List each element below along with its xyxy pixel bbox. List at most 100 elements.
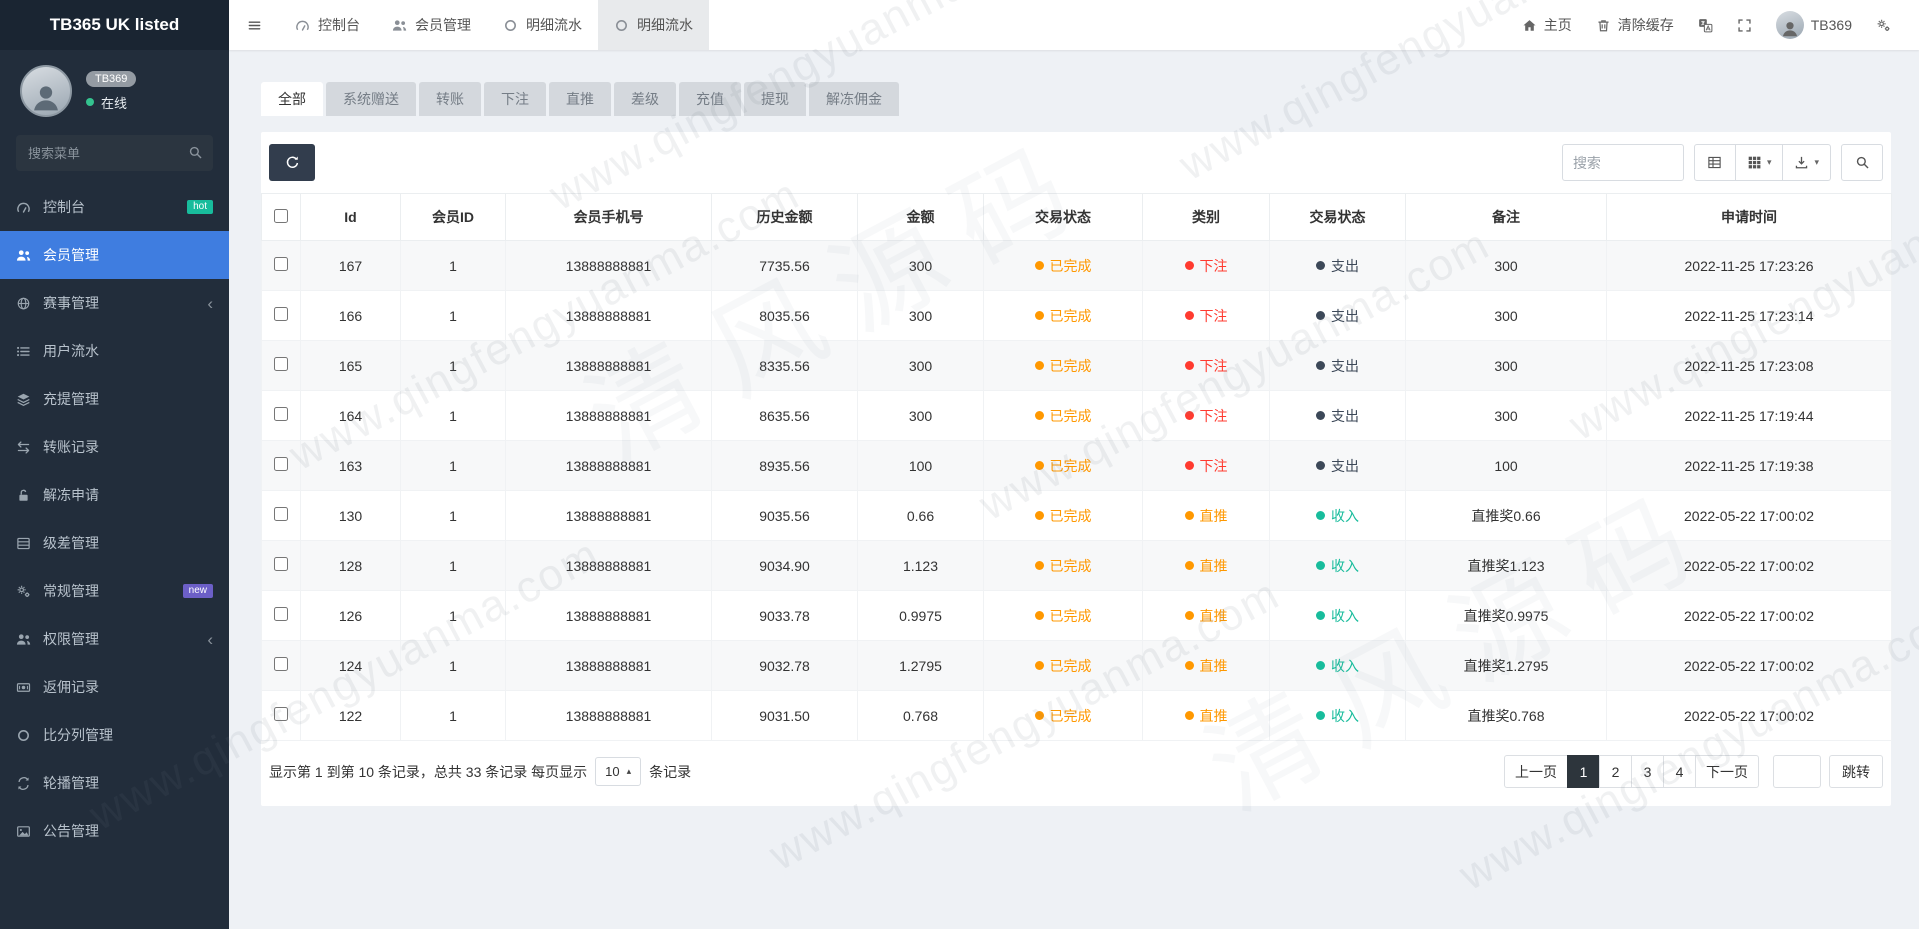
- export-button[interactable]: ▾: [1782, 144, 1831, 181]
- sidebar-toggle-button[interactable]: [229, 0, 279, 50]
- cell-id: 130: [300, 490, 401, 541]
- filter-tab-1[interactable]: 系统赠送: [326, 82, 416, 116]
- sidebar-item-rebate-records[interactable]: 返佣记录: [0, 663, 229, 711]
- cell-member-id: 1: [400, 590, 506, 641]
- sidebar-item-recharge-withdraw[interactable]: 充提管理: [0, 375, 229, 423]
- columns-button[interactable]: ▾: [1734, 144, 1784, 181]
- translate-button[interactable]: [1698, 18, 1713, 33]
- page-size-select[interactable]: 10 ▴: [595, 757, 642, 786]
- filter-tab-0[interactable]: 全部: [261, 82, 323, 116]
- filter-tab-3[interactable]: 下注: [484, 82, 546, 116]
- sidebar-item-user-flow[interactable]: 用户流水: [0, 327, 229, 375]
- user-menu[interactable]: TB369: [1775, 11, 1852, 39]
- filter-tab-7[interactable]: 提现: [744, 82, 806, 116]
- row-checkbox[interactable]: [274, 457, 288, 471]
- page-jump-button[interactable]: 跳转: [1829, 755, 1883, 788]
- page-next-button[interactable]: 下一页: [1695, 755, 1759, 788]
- sidebar-item-members[interactable]: 会员管理: [0, 231, 229, 279]
- row-checkbox[interactable]: [274, 257, 288, 271]
- page-number-button[interactable]: 2: [1599, 755, 1632, 788]
- row-checkbox[interactable]: [274, 307, 288, 321]
- sidebar-item-label: 级差管理: [43, 535, 99, 551]
- row-checkbox[interactable]: [274, 507, 288, 521]
- sidebar-item-matches[interactable]: 赛事管理 ‹: [0, 279, 229, 327]
- sidebar-search: [16, 135, 213, 171]
- select-all-checkbox[interactable]: [274, 208, 288, 223]
- refresh-icon: [285, 155, 300, 170]
- row-checkbox[interactable]: [274, 357, 288, 371]
- cell-remark: 300: [1405, 340, 1607, 391]
- page-jump-input[interactable]: [1773, 755, 1821, 788]
- cell-trade-status: 已完成: [983, 240, 1143, 291]
- row-checkbox[interactable]: [274, 407, 288, 421]
- cell-remark: 直推奖0.66: [1405, 490, 1607, 541]
- cell-select: [261, 690, 301, 741]
- cell-remark: 直推奖1.123: [1405, 540, 1607, 591]
- table-row: 122 1 13888888881 9031.50 0.768 已完成 直推 收入 直推奖0.7…: [261, 690, 1892, 741]
- sidebar-item-permissions[interactable]: 权限管理 ‹: [0, 615, 229, 663]
- nav-tab-1[interactable]: 控制台: [279, 0, 376, 50]
- page-number-button[interactable]: 4: [1663, 755, 1696, 788]
- home-link[interactable]: 主页: [1522, 15, 1572, 35]
- row-checkbox[interactable]: [274, 557, 288, 571]
- sidebar-item-announcements[interactable]: 公告管理: [0, 807, 229, 855]
- toggle-view-button[interactable]: [1693, 144, 1736, 181]
- row-checkbox[interactable]: [274, 707, 288, 721]
- filter-tab-5[interactable]: 差级: [614, 82, 676, 116]
- sidebar-item-level-diff[interactable]: 级差管理: [0, 519, 229, 567]
- sidebar-search-input[interactable]: [16, 135, 213, 171]
- caret-up-icon: ▴: [626, 766, 632, 776]
- cell-member-id: 1: [400, 540, 506, 591]
- sidebar-item-carousel[interactable]: 轮播管理: [0, 759, 229, 807]
- row-checkbox[interactable]: [274, 657, 288, 671]
- cell-trade-status: 已完成: [983, 640, 1143, 691]
- fullscreen-button[interactable]: [1737, 18, 1752, 33]
- table-row: 164 1 13888888881 8635.56 300 已完成 下注 支出 300 2022-…: [261, 390, 1892, 441]
- cell-id: 164: [300, 390, 401, 441]
- username: TB369: [1810, 17, 1852, 33]
- cell-id: 163: [300, 440, 401, 491]
- cell-history-amount: 8935.56: [711, 440, 858, 491]
- sidebar-item-dashboard[interactable]: 控制台 hot: [0, 183, 229, 231]
- nav-tab-label: 会员管理: [415, 17, 471, 33]
- table-search-input[interactable]: [1561, 144, 1684, 181]
- sidebar-item-general[interactable]: 常规管理 new: [0, 567, 229, 615]
- cell-member-id: 1: [400, 390, 506, 441]
- nav-tab-4[interactable]: 明细流水: [598, 0, 709, 50]
- settings-button[interactable]: [1876, 18, 1891, 33]
- refresh-button[interactable]: [269, 144, 315, 181]
- cell-amount: 0.66: [857, 490, 984, 541]
- content-area: 全部 系统赠送 转账 下注 直推 差级 充值 提现 解冻佣金 搜索 ▾ ▾ Id…: [229, 50, 1919, 806]
- table-row: 126 1 13888888881 9033.78 0.9975 已完成 直推 收入 直推奖0.…: [261, 590, 1892, 641]
- sidebar-item-transfer-records[interactable]: 转账记录: [0, 423, 229, 471]
- page-prev-button[interactable]: 上一页: [1504, 755, 1568, 788]
- table-body: 167 1 13888888881 7735.56 300 已完成 下注 支出 300 2022-…: [261, 240, 1892, 741]
- page-number-button[interactable]: 3: [1631, 755, 1664, 788]
- toolbar-button-group: ▾ ▾: [1693, 144, 1831, 181]
- nav-tab-3[interactable]: 明细流水: [487, 0, 598, 50]
- sidebar-item-unfreeze-requests[interactable]: 解冻申请: [0, 471, 229, 519]
- cell-category: 下注: [1142, 340, 1270, 391]
- filter-tab-2[interactable]: 转账: [419, 82, 481, 116]
- cell-trade-status: 已完成: [983, 440, 1143, 491]
- cell-select: [261, 590, 301, 641]
- filter-tab-8[interactable]: 解冻佣金: [809, 82, 899, 116]
- clear-cache-link[interactable]: 清除缓存: [1596, 15, 1674, 35]
- filter-tab-4[interactable]: 直推: [549, 82, 611, 116]
- circle-icon: [614, 18, 629, 33]
- nav-tab-2[interactable]: 会员管理: [376, 0, 487, 50]
- table-row: 124 1 13888888881 9032.78 1.2795 已完成 直推 收入 直推奖1.…: [261, 640, 1892, 691]
- sidebar-item-score-columns[interactable]: 比分列管理: [0, 711, 229, 759]
- image-icon: [16, 824, 31, 839]
- row-checkbox[interactable]: [274, 607, 288, 621]
- cell-category: 直推: [1142, 690, 1270, 741]
- filter-tab-6[interactable]: 充值: [679, 82, 741, 116]
- app-logo[interactable]: TB365 UK listed: [0, 0, 229, 50]
- search-button[interactable]: [1841, 144, 1883, 181]
- page-number-button[interactable]: 1: [1567, 755, 1600, 788]
- table-header-row: Id 会员ID 会员手机号 历史金额 金额 交易状态 类别 交易状态 备注 申请时间: [261, 193, 1892, 241]
- cell-remark: 直推奖0.9975: [1405, 590, 1607, 641]
- cell-trade-status: 已完成: [983, 690, 1143, 741]
- sidebar-item-label: 解冻申请: [43, 487, 99, 503]
- column-header-8: 备注: [1405, 193, 1607, 241]
